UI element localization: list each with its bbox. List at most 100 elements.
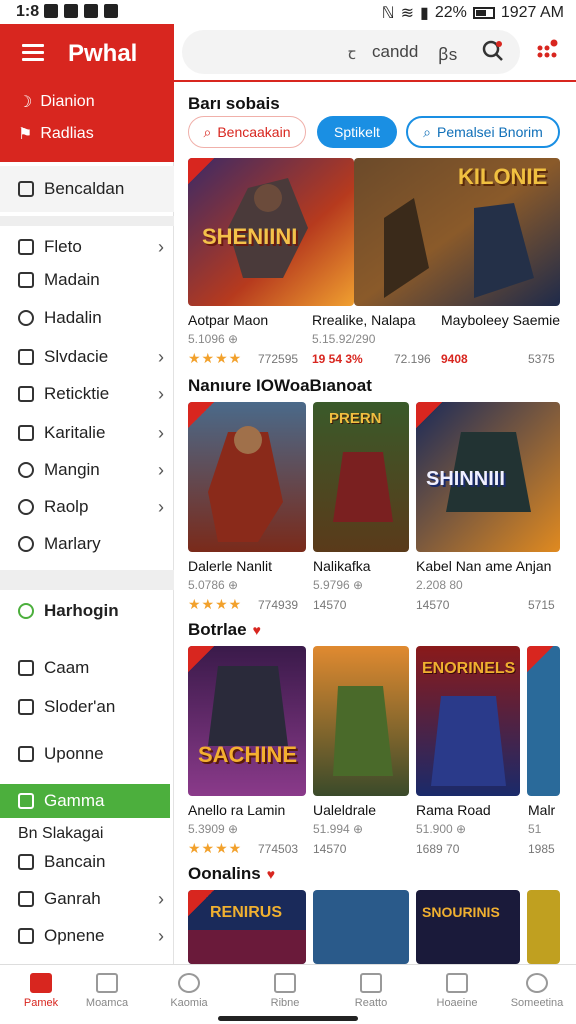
game-title: Rama Road — [416, 802, 491, 818]
sidebar-item[interactable]: Reticktie › — [18, 379, 164, 409]
game-tile[interactable] — [313, 890, 409, 964]
game-size: 2.208 80 — [416, 578, 463, 592]
game-tile[interactable]: ENORINELS — [416, 646, 520, 796]
sidebar-item[interactable]: Mangin › — [18, 455, 164, 485]
game-art-image — [416, 890, 520, 964]
notification-icon — [84, 4, 98, 18]
game-logo-text: SHINNIII — [426, 468, 505, 490]
game-art-image — [313, 890, 409, 964]
download-count: 774939 — [258, 598, 299, 612]
navigation-drawer: Pwhal ☽ Dianion ⚑ Radlias Bencaldan Flet… — [0, 24, 174, 964]
filter-chip-active[interactable]: Sptikelt — [317, 116, 397, 148]
game-title: Ualeldrale — [313, 802, 377, 818]
search-icon: ⌕ — [423, 123, 431, 140]
sidebar-item[interactable]: Hadalin — [18, 303, 164, 333]
sidebar-item[interactable]: Raolp › — [18, 492, 164, 522]
download-count: 1689 70 — [416, 842, 460, 856]
clear-icon[interactable]: ꞇ — [348, 42, 356, 64]
edit-icon — [18, 928, 34, 944]
doc-icon — [18, 699, 34, 715]
status-notification-icons — [44, 4, 118, 18]
search-icon[interactable] — [482, 40, 504, 62]
apps-icon[interactable] — [534, 38, 560, 64]
sidebar-section-harhogin[interactable]: Harhogin — [18, 596, 164, 626]
status-clock: 1927 AM — [500, 4, 564, 21]
nav-tab[interactable]: Someetina — [496, 973, 576, 1009]
heart-icon: ♥ — [252, 622, 261, 638]
game-price: 19 54 3% — [312, 352, 363, 366]
game-tile[interactable]: PRERN — [313, 402, 409, 552]
search-icon — [18, 536, 34, 552]
game-tile[interactable]: RENIRUS — [188, 890, 306, 964]
filter-chip[interactable]: ⌕ Pemalsei Bnorim — [406, 116, 560, 148]
edit-icon — [18, 891, 34, 907]
chevron-right-icon: › — [158, 383, 164, 404]
nav-tab[interactable]: Moamca — [66, 973, 148, 1009]
game-title: Anello ra Lamin — [188, 802, 286, 818]
download-count: 5715 — [528, 598, 555, 612]
filter-chip[interactable]: ⌕ Bencaakain — [188, 116, 306, 148]
game-tile[interactable] — [313, 646, 409, 796]
sidebar-item[interactable]: Sloder'an — [18, 692, 164, 722]
clock-icon — [18, 462, 34, 478]
sidebar-item[interactable]: Ganrah › — [18, 884, 164, 914]
sidebar-item[interactable]: Bancain — [18, 847, 164, 877]
clipboard-icon — [18, 272, 34, 288]
game-logo-text: RENIRUS — [210, 904, 283, 921]
nav-tab[interactable]: Ribne — [244, 973, 326, 1009]
download-count: 1985 — [528, 842, 555, 856]
drawer-header-item[interactable]: ☽ Dianion — [18, 92, 95, 112]
game-tile[interactable] — [188, 402, 306, 552]
sidebar-item[interactable]: Caam — [18, 653, 164, 683]
chevron-right-icon: › — [158, 459, 164, 480]
sidebar-item[interactable]: Slvdacie › — [18, 342, 164, 372]
menu-icon[interactable] — [22, 44, 44, 62]
drawer-header-item[interactable]: ⚑ Radlias — [18, 124, 94, 144]
game-tile[interactable]: SACHINE — [188, 646, 306, 796]
doc-icon — [18, 660, 34, 676]
sidebar-plain-label: Bn Slakagai — [18, 825, 104, 842]
nav-tab[interactable]: Kaomia — [148, 973, 230, 1009]
settings-icon — [526, 973, 548, 993]
check-square-icon — [18, 854, 34, 870]
sidebar-item-section1[interactable]: Bencaldan — [18, 174, 164, 204]
battery-icon — [472, 7, 495, 19]
grid-icon — [18, 793, 34, 809]
section-title: Barı sobais — [188, 94, 280, 113]
divider — [0, 216, 174, 226]
game-tile[interactable]: SHINNIII — [416, 402, 560, 552]
game-title: Nalikafka — [313, 558, 371, 574]
sidebar-item[interactable]: Uponne — [18, 739, 164, 769]
home-icon — [30, 973, 52, 993]
game-tile[interactable]: SNOURINIS — [416, 890, 520, 964]
chevron-right-icon: › — [158, 925, 164, 946]
sidebar-item[interactable]: Karitalie › — [18, 418, 164, 448]
sidebar-item[interactable]: Madain — [18, 265, 164, 295]
nav-tab[interactable]: Reatto — [330, 973, 412, 1009]
notification-icon — [44, 4, 58, 18]
search-input[interactable]: candd — [372, 42, 418, 62]
search-bar[interactable]: ꞇ candd ꞵs — [182, 30, 520, 74]
game-tile[interactable]: KILONIE — [354, 158, 560, 306]
sidebar-item[interactable]: Marlary — [18, 529, 164, 559]
section-title: Oonalins ♥ — [188, 864, 276, 883]
nav-tab[interactable]: Hoaeine — [416, 973, 498, 1009]
cell-icon: ▮ — [420, 5, 429, 22]
notification-icon — [104, 4, 118, 18]
chevron-right-icon: › — [158, 236, 164, 257]
game-size: 5.3909 ⊕ — [188, 822, 239, 836]
game-size: 5.15.92/290 — [312, 332, 376, 346]
game-tile[interactable] — [527, 646, 560, 796]
game-tile[interactable]: SHENIINI — [188, 158, 354, 306]
sidebar-item[interactable]: Fleto › — [18, 232, 164, 262]
sidebar-item[interactable]: Opnene › — [18, 921, 164, 951]
game-tile[interactable] — [527, 890, 560, 964]
download-count: 14570 — [313, 598, 347, 612]
rating-stars: ★★★★ — [188, 596, 243, 612]
notification-icon — [64, 4, 78, 18]
wifi-icon: ≋ — [400, 5, 414, 22]
sidebar-item-gamma[interactable]: Gamma — [18, 786, 164, 816]
rating-stars: ★★★★ — [188, 350, 243, 366]
heart-icon: ♥ — [266, 866, 276, 882]
game-title: Rrealike, Nalapa — [312, 312, 416, 328]
